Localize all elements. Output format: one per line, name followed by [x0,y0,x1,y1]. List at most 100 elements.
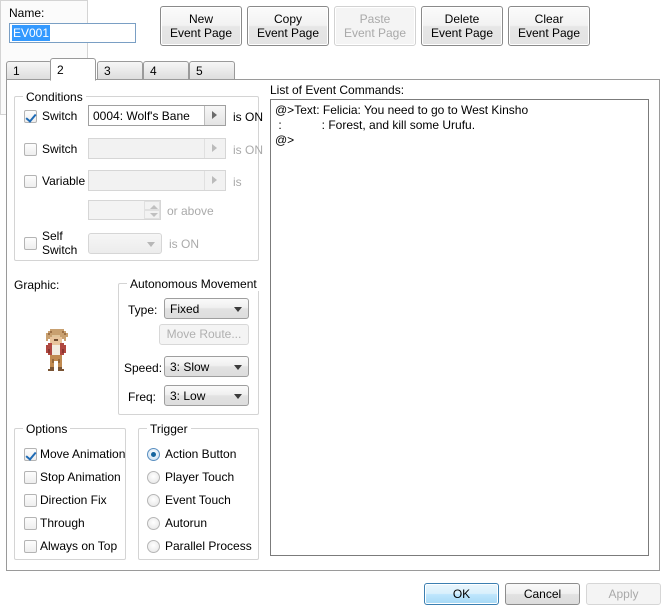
condition-switch2-label: Switch [42,142,78,156]
trigger-group-title: Trigger [147,422,191,436]
apply-button: Apply [586,583,661,605]
clear-event-page-line2: Event Page [517,26,581,40]
condition-variable-checkbox[interactable] [24,175,37,188]
tab-page-4[interactable]: 4 [143,61,189,80]
condition-switch2-checkbox[interactable] [24,143,37,156]
movement-type-label: Type: [128,303,158,317]
trigger-event-touch-radio[interactable] [147,494,160,507]
trigger-parallel-process-label: Parallel Process [165,539,252,553]
event-command-line[interactable]: @> [275,133,644,148]
option-through-checkbox[interactable] [24,517,37,530]
ok-button[interactable]: OK [424,583,499,605]
condition-switch1-value: 0004: Wolf's Bane [93,109,190,123]
autonomous-movement-title: Autonomous Movement [127,277,260,291]
condition-switch1-picker-button[interactable] [204,106,225,125]
trigger-autorun-radio[interactable] [147,517,160,530]
condition-switch1-suffix: is ON [233,110,263,124]
option-stop-animation-checkbox[interactable] [24,471,37,484]
option-always-on-top-label: Always on Top [40,539,118,553]
stepper-buttons[interactable] [144,201,160,219]
option-direction-fix-checkbox[interactable] [24,494,37,507]
character-sprite-canvas [40,329,74,379]
event-page-tabs: 1 2 3 4 5 [6,58,666,81]
option-move-animation-checkbox[interactable] [24,448,37,461]
event-command-line[interactable]: @>Text: Felicia: You need to go to West … [275,103,644,118]
character-sprite[interactable] [40,329,74,379]
delete-event-page-line1: Delete [444,12,480,26]
condition-self-switch-combo[interactable] [88,233,162,254]
copy-event-page-line2: Event Page [256,26,320,40]
movement-freq-combo[interactable]: 3: Low [164,385,249,406]
stepper-up-icon[interactable] [144,201,160,210]
condition-variable-picker-button [204,171,225,190]
movement-type-value: Fixed [170,302,200,316]
event-name-input[interactable] [9,23,136,43]
movement-speed-value: 3: Slow [170,360,210,374]
movement-speed-label: Speed: [124,361,163,375]
delete-event-page-button[interactable]: Delete Event Page [421,6,503,46]
trigger-player-touch-radio[interactable] [147,471,160,484]
conditions-group-title: Conditions [23,90,86,104]
new-event-page-line1: New [188,12,213,26]
condition-self-switch-suffix: is ON [169,237,199,251]
condition-switch1-label: Switch [42,109,78,123]
condition-self-switch-label-line2: Switch [42,243,78,257]
condition-variable-amount-stepper[interactable] [88,200,161,220]
copy-event-page-button[interactable]: Copy Event Page [247,6,329,46]
movement-freq-label: Freq: [128,390,157,404]
move-route-button: Move Route... [159,324,249,345]
copy-event-page-line1: Copy [273,12,302,26]
event-commands-label: List of Event Commands: [270,83,405,97]
option-always-on-top-checkbox[interactable] [24,540,37,553]
trigger-action-button-label: Action Button [165,447,237,461]
name-label: Name: [9,6,45,20]
condition-self-switch-checkbox[interactable] [24,237,37,250]
paste-event-page-button: Paste Event Page [334,6,416,46]
event-command-line[interactable]: : : Forest, and kill some Urufu. [275,118,644,133]
arrow-right-icon [212,144,217,152]
trigger-autorun-label: Autorun [165,516,208,530]
trigger-action-button-radio[interactable] [147,448,160,461]
options-group-title: Options [23,422,71,436]
movement-speed-combo[interactable]: 3: Slow [164,356,249,377]
condition-self-switch-label-line1: Self [42,229,63,243]
clear-event-page-button[interactable]: Clear Event Page [508,6,590,46]
chevron-down-icon [234,394,242,399]
trigger-event-touch-label: Event Touch [165,493,231,507]
movement-type-combo[interactable]: Fixed [164,298,249,319]
graphic-label: Graphic: [14,278,60,292]
delete-event-page-line2: Event Page [430,26,494,40]
cancel-button[interactable]: Cancel [505,583,580,605]
condition-variable-label: Variable [42,174,86,188]
new-event-page-button[interactable]: New Event Page [160,6,242,46]
tab-page-3[interactable]: 3 [97,61,143,80]
chevron-down-icon [147,242,155,247]
paste-event-page-line2: Event Page [343,26,407,40]
condition-variable-suffix: is [233,175,242,189]
chevron-down-icon [234,365,242,370]
option-through-label: Through [40,516,85,530]
stepper-down-icon[interactable] [144,210,160,219]
condition-switch1-checkbox[interactable] [24,110,37,123]
condition-switch2-picker-button [204,139,225,158]
arrow-right-icon [212,176,217,184]
condition-variable-amount-suffix: or above [167,204,214,218]
tab-page-2[interactable]: 2 [50,58,96,81]
condition-variable-field [88,170,226,191]
clear-event-page-line1: Clear [534,12,564,26]
condition-switch2-field [88,138,226,159]
tab-page-1[interactable]: 1 [6,61,52,80]
option-move-animation-label: Move Animation [40,447,126,461]
option-direction-fix-label: Direction Fix [40,493,107,507]
option-stop-animation-label: Stop Animation [40,470,121,484]
trigger-parallel-process-radio[interactable] [147,540,160,553]
event-commands-list[interactable]: @>Text: Felicia: You need to go to West … [270,99,649,556]
arrow-right-icon [212,111,217,119]
chevron-down-icon [234,307,242,312]
condition-switch1-field[interactable]: 0004: Wolf's Bane [88,105,226,126]
tab-page-5[interactable]: 5 [189,61,235,80]
condition-switch2-suffix: is ON [233,143,263,157]
trigger-player-touch-label: Player Touch [165,470,235,484]
paste-event-page-line1: Paste [359,12,391,26]
new-event-page-line2: Event Page [169,26,233,40]
